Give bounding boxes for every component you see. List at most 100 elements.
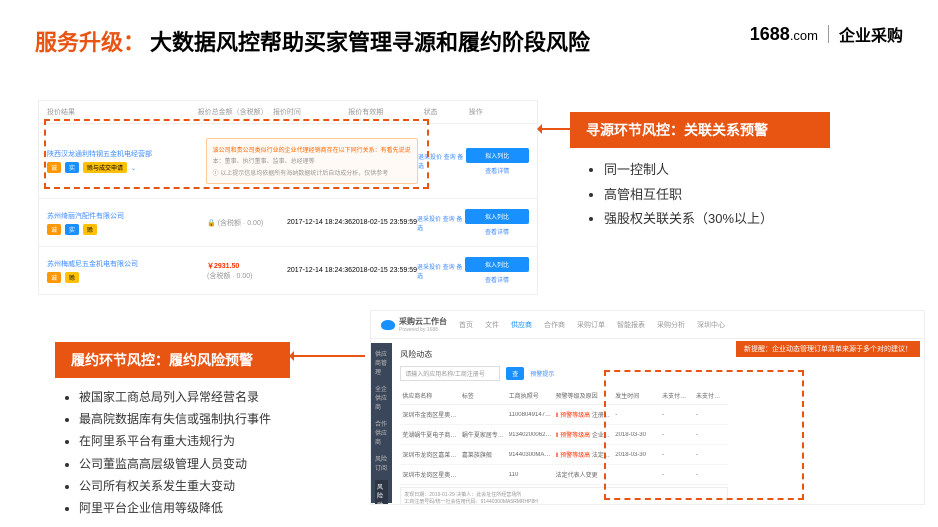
company-link[interactable]: 苏州梅威尼五金机电有限公司 [47, 259, 207, 269]
status-links[interactable]: 退采投价 查询 备选 [418, 152, 466, 170]
alert-banner: 新提醒：企业动态管理订单清单来源于多个对的建议！ [736, 341, 920, 357]
price: ￥2931.50 [207, 263, 239, 270]
nav-item[interactable]: 首页 [459, 320, 473, 330]
badge: 赊与成交申请 [83, 162, 127, 173]
badge: 实 [65, 224, 79, 235]
table-row: 深圳市龙岗区星奥华灯饰厂 110 法定代表人变更 - - [400, 465, 728, 485]
divider [828, 25, 829, 43]
nav-item[interactable]: 采购订单 [577, 320, 605, 330]
sidebar-item[interactable]: 供应商管理 [375, 349, 388, 376]
table-row: 芜湖蜗牛夏电子商务有限公司 蜗牛夏家居专营店 91340200062487958… [400, 425, 728, 445]
sidebar-item[interactable]: 合作供应商 [375, 419, 388, 446]
sidebar: 供应商管理 全企供应商 合作供应商 风险订阅 风险动态 供应商认证 [371, 343, 392, 503]
list-item: 同一控制人 [604, 158, 820, 183]
filter-row: 请输入的应用名称/工商注册号 查 预警提示 [400, 366, 728, 381]
badge: 诚 [47, 162, 61, 173]
title-label: 服务升级： [35, 25, 145, 57]
detail-link[interactable]: 查看详情 [466, 166, 529, 175]
add-button[interactable]: 拟入列比 [465, 257, 529, 272]
callout-sourcing-risk: 寻源环节风控：关联关系预警 同一控制人 高管相互任职 强股权关联关系（30%以上… [570, 112, 830, 242]
chevron-down-icon[interactable]: ⌄ [131, 166, 136, 172]
company-link[interactable]: 苏州绮丽汽配件有限公司 [47, 211, 207, 221]
sidebar-item[interactable]: 风险订阅 [375, 454, 388, 472]
nav-item[interactable]: 深圳中心 [697, 320, 725, 330]
alert-sub: 本：董事、执行董事、监事、总经理等 [213, 156, 411, 165]
list-item: 在阿里系平台有重大违规行为 [79, 430, 285, 452]
add-button[interactable]: 拟入列比 [466, 148, 529, 163]
col: 发生时间 [613, 391, 660, 400]
search-button[interactable]: 查 [506, 367, 524, 380]
nav-item[interactable]: 文件 [485, 320, 499, 330]
col: 工商执照号 [507, 391, 554, 400]
screenshot-sourcing-table: 投价结果 报价总金额（含税额） 报价时间 报价有效期 状态 操作 陕西汉龙通利特… [38, 100, 538, 295]
col: 状态 [424, 107, 469, 117]
section-title: 风险动态 [400, 349, 728, 360]
arrow-icon [290, 355, 365, 357]
search-input[interactable]: 请输入的应用名称/工商注册号 [400, 366, 500, 381]
list-item: 被国家工商总局列入异常经营名录 [79, 386, 285, 408]
filter-label[interactable]: 预警提示 [530, 369, 554, 378]
table-header: 投价结果 报价总金额（含税额） 报价时间 报价有效期 状态 操作 [39, 101, 537, 124]
list-item: 强股权关联关系（30%以上） [604, 207, 820, 232]
sidebar-item[interactable]: 全企供应商 [375, 384, 388, 411]
callout-header: 履约环节风控：履约风险预警 [55, 342, 290, 378]
detail-info: 发现日期：2019-01-29 决策人：此会址住所经营场所工商注册号码/统一社会… [400, 487, 728, 505]
deadline: 2018-02-15 23:59:59 [352, 267, 417, 274]
main-panel: 风险动态 请输入的应用名称/工商注册号 查 预警提示 供应商名称 标签 工商执照… [392, 343, 736, 503]
list-item: 最高院数据库有失信或强制执行事件 [79, 408, 285, 430]
dashboard-logo: 采购云工作台 Powered by 1688 [381, 316, 447, 333]
time: 2017-12-14 18:24:36 [287, 219, 352, 226]
status-links[interactable]: 退采投价 查询 备选 [417, 262, 465, 280]
col: 操作 [469, 107, 529, 117]
alert-box: 该公司和贵公司类似行业的企业代理经销商存在以下同行关系：有看先说说 本：董事、执… [206, 138, 418, 184]
risk-table-header: 供应商名称 标签 工商执照号 预警等级及原因 发生时间 未支付订单数 未支付金额… [400, 387, 728, 405]
table-row: 深圳市龙岗区嘉莱华灯饰厂 嘉莱族旗舰 91440300MA5RMRHP8H Ⅱ … [400, 445, 728, 465]
col: 报价总金额（含税额） [198, 107, 273, 117]
status-links[interactable]: 退采投价 查询 备选 [417, 214, 465, 232]
detail-link[interactable]: 查看详情 [465, 227, 529, 236]
detail-link[interactable]: 查看详情 [465, 275, 529, 284]
dashboard-title: 采购云工作台 [399, 316, 447, 327]
cloud-icon [381, 320, 395, 330]
badge: 诚 [47, 224, 61, 235]
time: 2017-12-14 18:24:36 [287, 267, 352, 274]
alert-title: 该公司和贵公司类似行业的企业代理经销商存在以下同行关系：有看先说说 [213, 145, 411, 154]
col: 报价时间 [273, 107, 348, 117]
col: 标签 [460, 391, 507, 400]
col: 预警等级及原因 [554, 391, 614, 400]
lock-icon: 🔒 [207, 220, 216, 227]
logo-1688: 1688.com [750, 24, 818, 45]
alert-note: ① 以上提示信息均依据所有海纳数据统计后自动成分析，仅供参考 [213, 168, 411, 177]
callout-list: 同一控制人 高管相互任职 强股权关联关系（30%以上） [570, 148, 830, 242]
col: 供应商名称 [400, 391, 460, 400]
nav-item[interactable]: 智能报表 [617, 320, 645, 330]
badge: 赊 [83, 224, 97, 235]
list-item: 阿里平台企业信用等级降低 [79, 497, 285, 519]
logo-group: 1688.com 企业采购 [750, 22, 903, 46]
table-row: 苏州绮丽汽配件有限公司 诚 实 赊 🔒 (含税额 · 0.00) 2017-12… [39, 199, 537, 247]
col: 投价结果 [47, 107, 198, 117]
table-row: 苏州梅威尼五金机电有限公司 诚 赊 ￥2931.50(含税额 · 0.00) 2… [39, 247, 537, 295]
price-sub: (含税额 · 0.00) [207, 273, 253, 280]
company-link[interactable]: 陕西汉龙通利特钢五金机电经营部 [47, 149, 206, 159]
callout-list: 被国家工商总局列入异常经营名录 最高院数据库有失信或强制执行事件 在阿里系平台有… [55, 378, 290, 527]
add-button[interactable]: 拟入列比 [465, 209, 529, 224]
callout-fulfillment-risk: 履约环节风控：履约风险预警 被国家工商总局列入异常经营名录 最高院数据库有失信或… [55, 342, 290, 527]
list-item: 公司所有权关系发生重大变动 [79, 475, 285, 497]
sidebar-item[interactable]: 风险动态 [375, 480, 388, 505]
nav-item[interactable]: 合作商 [544, 320, 565, 330]
dashboard-header: 采购云工作台 Powered by 1688 首页 文件 供应商 合作商 采购订… [371, 311, 924, 339]
price-sub: (含税额 · 0.00) [218, 220, 264, 227]
callout-header: 寻源环节风控：关联关系预警 [570, 112, 830, 148]
col: 未支付订单数 [660, 391, 694, 400]
dashboard-subtitle: Powered by 1688 [399, 327, 447, 333]
screenshot-risk-dashboard: 采购云工作台 Powered by 1688 首页 文件 供应商 合作商 采购订… [370, 310, 925, 505]
col: 报价有效期 [348, 107, 423, 117]
title-text: 大数据风控帮助买家管理寻源和履约阶段风险 [150, 25, 590, 57]
badge: 赊 [65, 272, 79, 283]
table-row: 深圳市金南区星奥华灯饰厂 110080491478582 Ⅱ 预警等级高 注册资… [400, 405, 728, 425]
nav-item[interactable]: 采购分析 [657, 320, 685, 330]
arrow-icon [538, 128, 570, 130]
col: 未支付金额（万） [694, 391, 728, 400]
nav-item[interactable]: 供应商 [511, 320, 532, 330]
